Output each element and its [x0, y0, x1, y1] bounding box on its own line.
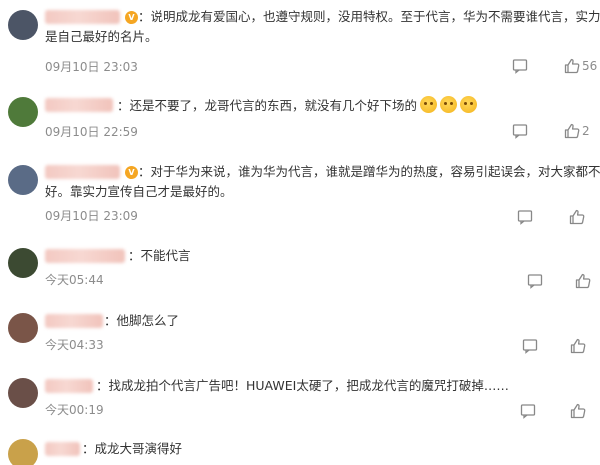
comment-item: ：找成龙拍个代言广告吧！HUAWEI太硬了，把成龙代言的魔咒打破掉…… 今天00…	[0, 370, 600, 430]
comment-time: 今天00:19	[45, 403, 104, 417]
comment-item: V ：对于华为来说，谁为华为代言，谁就是蹭华为的热度，容易引起误会，对大家都不 …	[0, 155, 600, 235]
comment-time: 09月10日 23:09	[45, 209, 138, 223]
emoji-icon	[460, 96, 478, 113]
thumbs-up-icon[interactable]	[564, 58, 580, 74]
comment-item: ：成龙大哥演得好	[0, 433, 600, 465]
comment-text-cont: 好。靠实力宣传自己才是最好的。	[45, 184, 233, 199]
comment-icon[interactable]	[517, 209, 533, 225]
comment-time: 今天05:44	[45, 273, 104, 287]
thumbs-up-icon[interactable]	[569, 209, 585, 225]
username-blurred[interactable]	[45, 442, 80, 456]
comment-text: ：说明成龙有爱国心，也遵守规则，没用特权。至于代言，华为不需要谁代言，实力就	[138, 9, 600, 24]
avatar[interactable]	[8, 439, 38, 465]
comment-item: ：他脚怎么了 今天04:33	[0, 305, 600, 365]
comment-icon[interactable]	[527, 273, 543, 289]
comment-item: V ：说明成龙有爱国心，也遵守规则，没用特权。至于代言，华为不需要谁代言，实力就…	[0, 0, 600, 80]
vip-badge-icon: V	[125, 11, 138, 24]
comment-text: ：成龙大哥演得好	[82, 441, 183, 456]
username-blurred[interactable]	[45, 98, 113, 112]
comment-icon[interactable]	[512, 123, 528, 139]
username-blurred[interactable]	[45, 165, 120, 179]
comment-item: ：还是不要了，龙哥代言的东西，就没有几个好下场的 09月10日 22:59 2	[0, 85, 600, 150]
vip-badge-icon: V	[125, 166, 138, 179]
thumbs-up-icon[interactable]	[570, 338, 586, 354]
emoji-icon	[420, 96, 438, 113]
thumbs-up-icon[interactable]	[570, 403, 586, 419]
emoji-icon	[440, 96, 458, 113]
avatar[interactable]	[8, 10, 38, 40]
like-count: 2	[582, 124, 590, 138]
username-blurred[interactable]	[45, 10, 120, 24]
avatar[interactable]	[8, 378, 38, 408]
thumbs-up-icon[interactable]	[564, 123, 580, 139]
comment-icon[interactable]	[522, 338, 538, 354]
username-blurred[interactable]	[45, 249, 125, 263]
like-count: 56	[582, 59, 598, 73]
comment-text: ：对于华为来说，谁为华为代言，谁就是蹭华为的热度，容易引起误会，对大家都不	[138, 164, 600, 179]
avatar[interactable]	[8, 97, 38, 127]
username-blurred[interactable]	[45, 314, 103, 328]
comment-text: ：他脚怎么了	[104, 313, 180, 328]
avatar[interactable]	[8, 313, 38, 343]
comment-text: ：还是不要了，龙哥代言的东西，就没有几个好下场的	[117, 96, 478, 115]
comment-text-cont: 是自己最好的名片。	[45, 29, 158, 44]
comment-time: 今天04:33	[45, 338, 104, 352]
username-blurred[interactable]	[45, 379, 93, 393]
comment-text-body: ：还是不要了，龙哥代言的东西，就没有几个好下场的	[117, 98, 418, 113]
comment-icon[interactable]	[520, 403, 536, 419]
comment-text: ：不能代言	[128, 248, 191, 263]
comment-icon[interactable]	[512, 58, 528, 74]
comment-time: 09月10日 22:59	[45, 125, 138, 139]
thumbs-up-icon[interactable]	[575, 273, 591, 289]
comment-item: ：不能代言 今天05:44	[0, 240, 600, 300]
avatar[interactable]	[8, 248, 38, 278]
avatar[interactable]	[8, 165, 38, 195]
comment-time: 09月10日 23:03	[45, 60, 138, 74]
comment-text: ：找成龙拍个代言广告吧！HUAWEI太硬了，把成龙代言的魔咒打破掉……	[96, 378, 509, 393]
